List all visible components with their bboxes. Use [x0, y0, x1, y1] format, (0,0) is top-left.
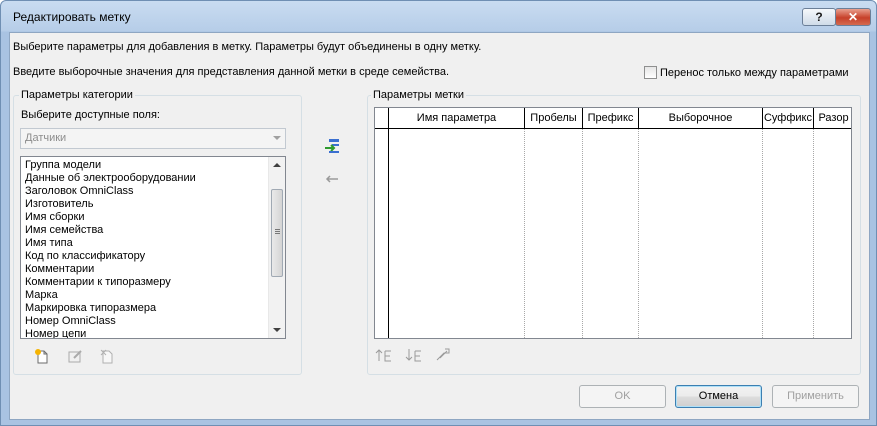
scroll-thumb[interactable]	[271, 189, 283, 277]
dialog-title: Редактировать метку	[13, 10, 131, 24]
close-button[interactable]: ✕	[835, 8, 871, 26]
transfer-only-checkbox[interactable]	[644, 66, 657, 79]
list-item[interactable]: Номер OmniClass	[25, 315, 116, 328]
list-item[interactable]: Имя типа	[25, 237, 73, 250]
list-item[interactable]: Группа модели	[25, 159, 101, 172]
grid-column-prefix	[583, 129, 639, 338]
list-item[interactable]: Комментарии	[25, 263, 94, 276]
category-params-title: Параметры категории	[19, 89, 135, 101]
help-button[interactable]: ?	[802, 8, 836, 26]
list-item[interactable]: Заголовок OmniClass	[25, 185, 134, 198]
grid-header-parameter-name[interactable]: Имя параметра	[389, 108, 525, 129]
list-item[interactable]: Комментарии к типоразмеру	[25, 276, 171, 289]
sort-icon[interactable]	[435, 346, 453, 362]
list-item[interactable]: Марка	[25, 289, 58, 302]
grid-header-break[interactable]: Разор	[814, 108, 851, 129]
grid-header-suffix[interactable]: Суффикс	[763, 108, 814, 129]
dialog-client-area: Выберите параметры для добавления в метк…	[9, 32, 870, 420]
delete-parameter-icon[interactable]	[99, 348, 115, 364]
title-bar[interactable]: Редактировать метку ? ✕	[1, 1, 876, 31]
available-fields-label: Выберите доступные поля:	[21, 109, 160, 121]
grid-column-suffix	[763, 129, 814, 338]
list-item[interactable]: Номер цепи	[25, 328, 86, 338]
apply-button[interactable]: Применить	[772, 385, 859, 408]
grid-row-selector-column	[375, 129, 389, 338]
grip-icon	[275, 229, 280, 230]
edit-parameter-icon[interactable]	[67, 348, 83, 364]
grid-header-spaces[interactable]: Пробелы	[525, 108, 583, 129]
ok-button[interactable]: OK	[579, 385, 666, 408]
grid-column-sample	[639, 129, 763, 338]
list-item[interactable]: Маркировка типоразмера	[25, 302, 156, 315]
grid-header-row-selector	[375, 108, 389, 129]
list-item[interactable]: Код по классификатору	[25, 250, 145, 263]
available-fields-list[interactable]: Группа модели Данные об электрооборудован…	[20, 156, 286, 339]
new-parameter-icon[interactable]	[34, 348, 50, 364]
grid-header-prefix[interactable]: Префикс	[583, 108, 639, 129]
list-item[interactable]: Данные об электрооборудовании	[25, 172, 196, 185]
scroll-down-icon[interactable]	[273, 328, 281, 332]
list-item[interactable]: Имя сборки	[25, 211, 84, 224]
instruction-line-1: Выберите параметры для добавления в метк…	[13, 41, 482, 53]
transfer-only-label[interactable]: Перенос только между параметрами	[660, 67, 849, 79]
grid-column-spaces	[525, 129, 583, 338]
add-parameter-icon[interactable]	[324, 138, 340, 154]
list-scrollbar[interactable]	[268, 157, 285, 338]
remove-parameter-icon[interactable]	[324, 171, 340, 187]
category-dropdown-value: Датчики	[25, 132, 67, 144]
edit-label-dialog: Редактировать метку ? ✕ Выберите парамет…	[0, 0, 877, 426]
label-params-title: Параметры метки	[371, 89, 467, 101]
list-item[interactable]: Изготовитель	[25, 198, 93, 211]
list-item[interactable]: Имя семейства	[25, 224, 103, 237]
category-dropdown[interactable]: Датчики	[20, 128, 286, 149]
move-up-icon[interactable]	[375, 347, 393, 363]
chevron-down-icon	[273, 136, 281, 140]
instruction-line-2: Введите выборочные значения для представ…	[13, 66, 450, 78]
scroll-up-icon[interactable]	[273, 163, 281, 167]
grid-header-sample[interactable]: Выборочное	[639, 108, 763, 129]
grid-column-parameter-name	[389, 129, 525, 338]
label-params-grid[interactable]: Имя параметра Пробелы Префикс Выборочное…	[374, 107, 852, 339]
cancel-button[interactable]: Отмена	[675, 385, 762, 408]
move-down-icon[interactable]	[405, 347, 423, 363]
